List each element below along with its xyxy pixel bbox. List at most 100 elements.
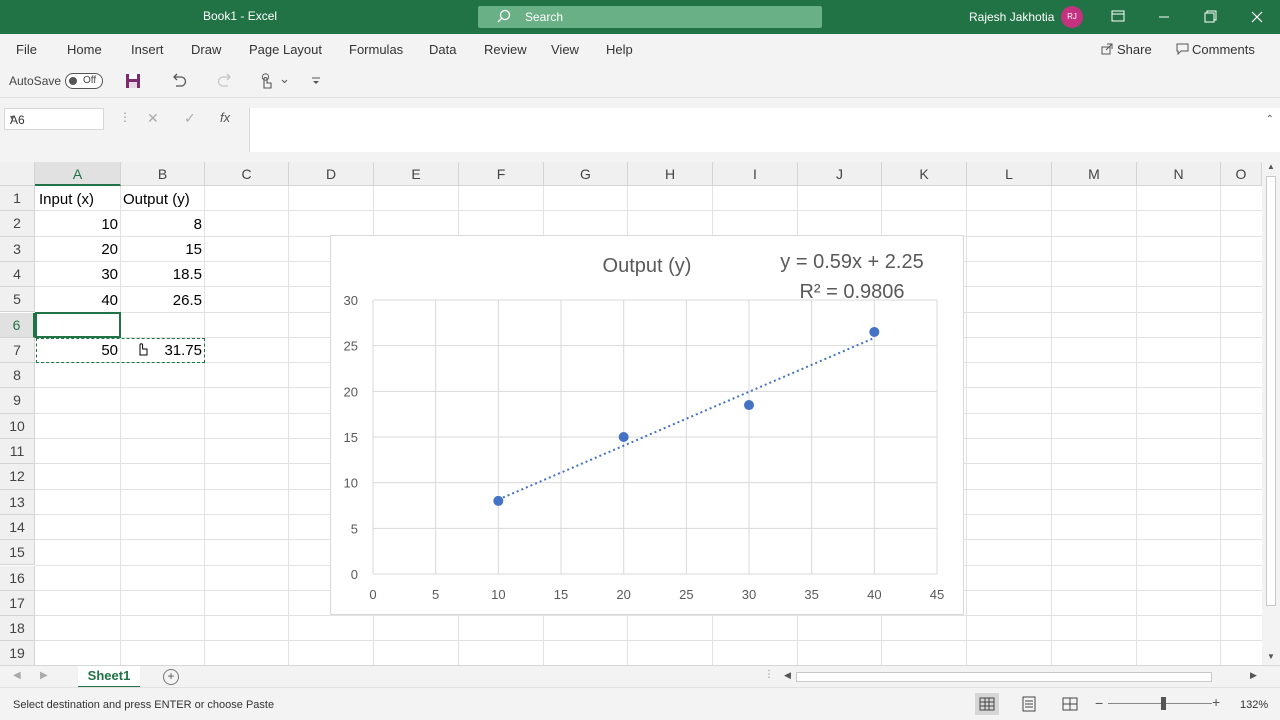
- add-sheet-icon[interactable]: +: [163, 669, 179, 685]
- column-header-d[interactable]: D: [289, 162, 374, 186]
- user-name[interactable]: Rajesh Jakhotia: [969, 10, 1054, 24]
- touch-mode-icon[interactable]: [259, 72, 289, 90]
- cell-a1[interactable]: Input (x): [39, 187, 94, 212]
- row-header-2[interactable]: 2: [0, 211, 35, 237]
- cell-b4[interactable]: 18.5: [121, 262, 202, 287]
- tab-help[interactable]: Help: [606, 42, 633, 57]
- column-header-h[interactable]: H: [628, 162, 713, 186]
- active-cell-a6[interactable]: [35, 312, 121, 338]
- row-header-17[interactable]: 17: [0, 590, 35, 617]
- tab-view[interactable]: View: [551, 42, 579, 57]
- row-header-4[interactable]: 4: [0, 261, 35, 288]
- row-header-6[interactable]: 6: [0, 312, 35, 338]
- column-header-m[interactable]: M: [1052, 162, 1137, 186]
- column-header-c[interactable]: C: [205, 162, 289, 186]
- tab-review[interactable]: Review: [484, 42, 527, 57]
- undo-icon[interactable]: [170, 72, 188, 90]
- scatter-chart[interactable]: 0 5 10 15 20 25 30 35 40 45 0 5 10 15 20 25 30 Output (y…: [330, 235, 964, 615]
- tab-insert[interactable]: Insert: [131, 42, 164, 57]
- zoom-out-icon[interactable]: −: [1095, 695, 1103, 711]
- column-header-f[interactable]: F: [459, 162, 544, 186]
- zoom-level[interactable]: 132%: [1240, 699, 1268, 711]
- cell-a5[interactable]: 40: [35, 288, 118, 313]
- row-header-3[interactable]: 3: [0, 236, 35, 262]
- close-icon[interactable]: [1245, 6, 1269, 28]
- chevron-down-icon[interactable]: ▾: [10, 113, 99, 122]
- redo-icon[interactable]: [216, 72, 234, 90]
- row-header-1[interactable]: 1: [0, 186, 35, 212]
- row-header-12[interactable]: 12: [0, 464, 35, 490]
- row-header-16[interactable]: 16: [0, 565, 35, 591]
- share-button[interactable]: Share: [1093, 38, 1159, 62]
- row-header-8[interactable]: 8: [0, 363, 35, 389]
- row-header-19[interactable]: 19: [0, 641, 35, 665]
- sheet-tab-sheet1[interactable]: Sheet1: [78, 666, 140, 688]
- column-header-j[interactable]: J: [798, 162, 882, 186]
- save-icon[interactable]: [124, 72, 142, 90]
- row-header-18[interactable]: 18: [0, 616, 35, 642]
- name-box[interactable]: A6 ▾: [4, 108, 104, 130]
- cell-a4[interactable]: 30: [35, 262, 118, 287]
- row-header-14[interactable]: 14: [0, 514, 35, 541]
- column-header-o[interactable]: O: [1221, 162, 1262, 186]
- page-break-view-icon[interactable]: [1058, 693, 1082, 715]
- prev-sheet-icon[interactable]: ◀: [13, 670, 21, 681]
- customize-qat-icon[interactable]: [310, 75, 322, 87]
- normal-view-icon[interactable]: [975, 693, 999, 715]
- column-header-g[interactable]: G: [544, 162, 628, 186]
- row-header-13[interactable]: 13: [0, 489, 35, 515]
- zoom-slider-thumb[interactable]: [1161, 697, 1166, 710]
- horizontal-scrollbar[interactable]: ◀ ▶: [780, 669, 1262, 685]
- cell-a3[interactable]: 20: [35, 237, 118, 262]
- search-box[interactable]: Search: [478, 6, 822, 28]
- page-layout-view-icon[interactable]: [1017, 693, 1041, 715]
- autosave-toggle[interactable]: Off: [65, 73, 103, 89]
- cancel-icon[interactable]: ✕: [147, 110, 159, 127]
- cell-a2[interactable]: 10: [35, 212, 118, 237]
- row-header-7[interactable]: 7: [0, 337, 35, 364]
- column-header-i[interactable]: I: [713, 162, 798, 186]
- row-header-9[interactable]: 9: [0, 388, 35, 414]
- zoom-slider[interactable]: [1108, 703, 1212, 704]
- comments-button[interactable]: Comments: [1168, 38, 1268, 62]
- formula-input[interactable]: ⌃: [249, 108, 1280, 152]
- column-header-l[interactable]: L: [967, 162, 1052, 186]
- scroll-up-icon[interactable]: ▲: [1267, 162, 1275, 171]
- horizontal-scroll-thumb[interactable]: [796, 672, 1212, 682]
- tab-formulas[interactable]: Formulas: [349, 42, 403, 57]
- column-header-e[interactable]: E: [374, 162, 459, 186]
- minimize-icon[interactable]: [1152, 6, 1176, 28]
- vertical-scrollbar[interactable]: ▲ ▼: [1262, 162, 1280, 665]
- ribbon-display-icon[interactable]: [1106, 6, 1130, 28]
- column-header-a[interactable]: A: [35, 162, 121, 186]
- cell-b3[interactable]: 15: [121, 237, 202, 262]
- avatar[interactable]: RJ: [1061, 6, 1083, 28]
- tab-splitter-icon[interactable]: ⋮: [764, 669, 774, 680]
- cell-b1[interactable]: Output (y): [123, 187, 190, 212]
- row-header-10[interactable]: 10: [0, 413, 35, 439]
- row-header-5[interactable]: 5: [0, 287, 35, 313]
- collapse-formula-bar-icon[interactable]: ⌃: [1266, 114, 1274, 125]
- next-sheet-icon[interactable]: ▶: [40, 670, 48, 681]
- row-header-11[interactable]: 11: [0, 439, 35, 465]
- enter-icon[interactable]: ✓: [184, 110, 196, 127]
- tab-draw[interactable]: Draw: [191, 42, 221, 57]
- vertical-scroll-thumb[interactable]: [1266, 176, 1276, 606]
- zoom-in-icon[interactable]: +: [1212, 694, 1220, 710]
- tab-home[interactable]: Home: [67, 42, 102, 57]
- column-header-b[interactable]: B: [121, 162, 205, 186]
- column-header-n[interactable]: N: [1137, 162, 1221, 186]
- scroll-right-icon[interactable]: ▶: [1250, 670, 1257, 681]
- restore-icon[interactable]: [1198, 6, 1222, 28]
- insert-function-icon[interactable]: fx: [220, 110, 230, 125]
- row-header-15[interactable]: 15: [0, 540, 35, 566]
- column-header-k[interactable]: K: [882, 162, 967, 186]
- cell-b5[interactable]: 26.5: [121, 288, 202, 313]
- scroll-left-icon[interactable]: ◀: [784, 670, 791, 681]
- scroll-down-icon[interactable]: ▼: [1267, 652, 1275, 661]
- select-all-corner[interactable]: [0, 162, 35, 186]
- tab-file[interactable]: File: [16, 42, 37, 57]
- cell-b2[interactable]: 8: [121, 212, 202, 237]
- tab-data[interactable]: Data: [429, 42, 456, 57]
- tab-page-layout[interactable]: Page Layout: [249, 42, 322, 57]
